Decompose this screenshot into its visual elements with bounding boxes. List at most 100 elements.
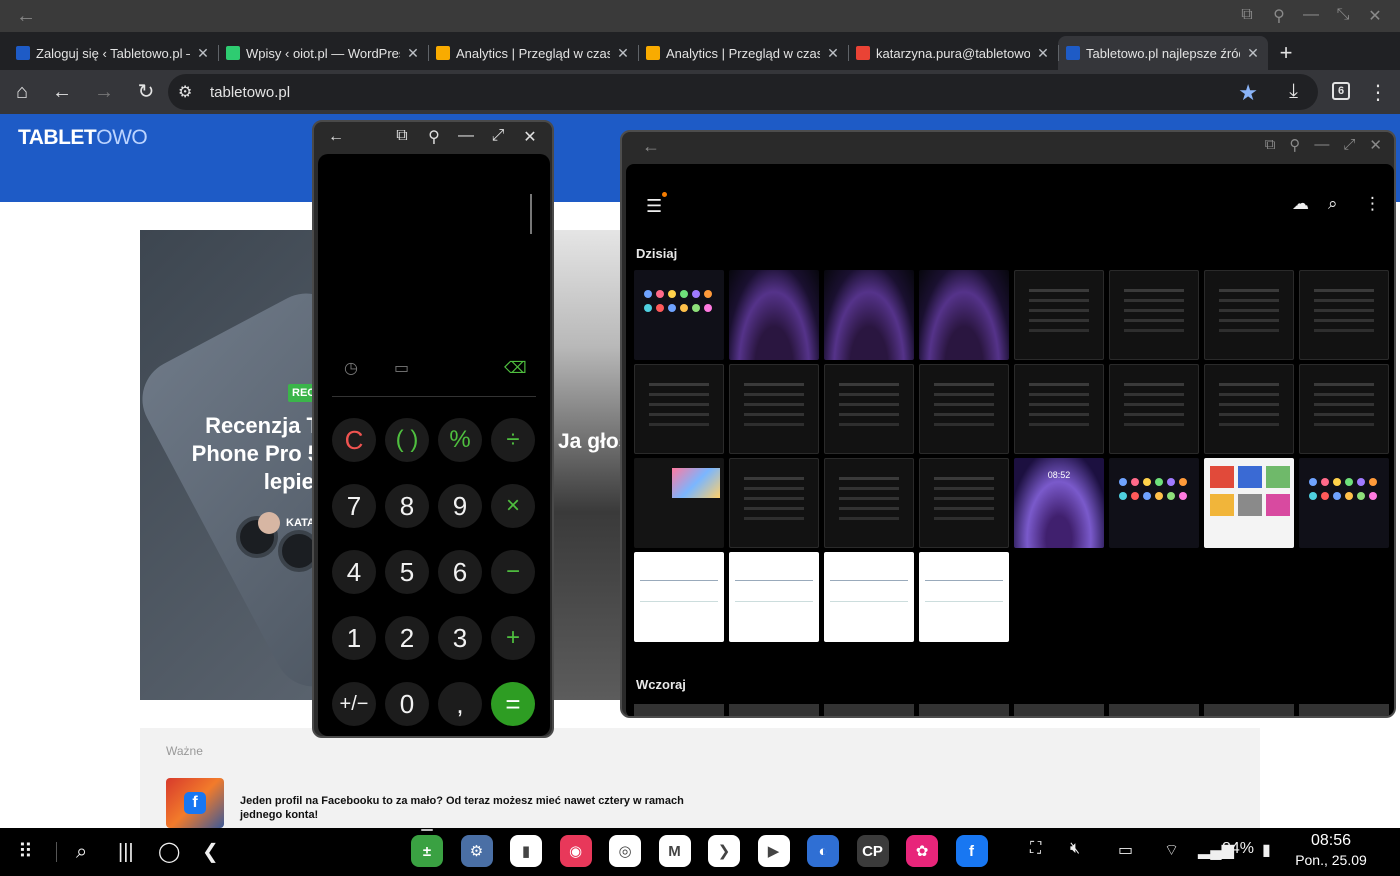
facebook-app-icon[interactable]: f (955, 835, 988, 867)
shrink-icon[interactable]: ⤡ (1334, 6, 1352, 26)
calc-key[interactable]: = (491, 682, 535, 726)
browser-tab[interactable]: Tabletowo.pl najlepsze źródło ✕ (1058, 36, 1268, 70)
photo-thumbnail[interactable] (824, 458, 914, 548)
photo-thumbnail[interactable]: 08:52 (1014, 458, 1104, 548)
photo-thumbnail[interactable] (634, 552, 724, 642)
close-tab-icon[interactable]: ✕ (196, 45, 210, 62)
photo-thumbnail[interactable] (729, 552, 819, 642)
calculator-app-icon[interactable]: ± (411, 829, 443, 867)
calc-key[interactable]: 6 (438, 550, 482, 594)
photo-thumbnail[interactable] (824, 552, 914, 642)
download-icon[interactable]: ⤓ (1289, 80, 1298, 103)
photo-thumbnail[interactable] (1109, 364, 1199, 454)
photo-thumbnail[interactable] (1204, 364, 1294, 454)
calc-key[interactable]: 1 (332, 616, 376, 660)
photo-thumbnail[interactable] (824, 364, 914, 454)
close-icon[interactable]: ✕ (1366, 6, 1384, 26)
back-button-icon[interactable]: ❮ (202, 840, 219, 864)
gmail-app-icon[interactable]: M (658, 835, 691, 867)
hamburger-menu-icon[interactable]: ☰ (646, 196, 662, 217)
thumbnail[interactable] (824, 704, 914, 716)
thumbnail[interactable] (634, 704, 724, 716)
close-tab-icon[interactable]: ✕ (826, 45, 840, 62)
calc-key[interactable]: C (332, 418, 376, 462)
hero-title[interactable]: Recenzja T Phone Pro 5 lepiej (180, 412, 320, 496)
expand-icon[interactable]: ⤢ (486, 127, 510, 147)
backspace-icon[interactable]: ⌫ (504, 358, 527, 378)
thumbnail[interactable] (919, 704, 1009, 716)
thumbnail[interactable] (1299, 704, 1389, 716)
clock[interactable]: 08:56 Pon., 25.09 (1290, 832, 1372, 868)
calc-key[interactable]: × (491, 484, 535, 528)
hero-author[interactable]: KATA (258, 512, 315, 534)
photo-thumbnail[interactable] (1299, 270, 1389, 360)
calc-key[interactable]: , (438, 682, 482, 726)
calc-key[interactable]: 8 (385, 484, 429, 528)
expand-icon[interactable]: ⤢ (1343, 136, 1355, 154)
photo-thumbnail[interactable] (1109, 458, 1199, 548)
photo-thumbnail[interactable] (729, 364, 819, 454)
url-text[interactable]: tabletowo.pl (210, 84, 290, 101)
browser-tab[interactable]: Wpisy ‹ oiot.pl — WordPress ✕ (218, 36, 428, 70)
close-tab-icon[interactable]: ✕ (616, 45, 630, 62)
search-icon[interactable]: ⌕ (1328, 194, 1338, 214)
chrome-app-icon[interactable]: ◎ (609, 835, 641, 867)
thumbnail[interactable] (1109, 704, 1199, 716)
browser-tab[interactable]: katarzyna.pura@tabletowo.pl ✕ (848, 36, 1058, 70)
message-icon[interactable]: ▭ (1118, 840, 1133, 860)
settings-app-icon[interactable]: ⚙ (460, 835, 493, 867)
article-thumbnail[interactable]: f (166, 778, 224, 828)
photo-thumbnail[interactable] (634, 458, 724, 548)
calc-key[interactable]: 7 (332, 484, 376, 528)
photo-thumbnail[interactable] (634, 270, 724, 360)
multiwindow-icon[interactable]: ⧉ (390, 127, 414, 147)
calc-key[interactable]: ( ) (385, 418, 429, 462)
calc-key[interactable]: 0 (385, 682, 429, 726)
more-options-icon[interactable]: ⋮ (1364, 194, 1381, 214)
site-settings-icon[interactable]: ⚙ (178, 82, 192, 102)
calc-key[interactable]: +/− (332, 682, 376, 726)
photo-thumbnail[interactable] (1014, 270, 1104, 360)
back-arrow-icon[interactable]: ← (324, 128, 348, 146)
photo-thumbnail[interactable] (1109, 270, 1199, 360)
thumbnail[interactable] (729, 704, 819, 716)
back-icon[interactable]: ← (50, 80, 74, 104)
search-icon[interactable]: ⌕ (76, 840, 87, 864)
mute-icon[interactable]: 🔇︎ (1070, 840, 1080, 858)
tab-count-button[interactable]: 6 (1332, 82, 1350, 100)
close-tab-icon[interactable]: ✕ (406, 45, 420, 62)
home-button-icon[interactable]: ◯ (158, 840, 180, 864)
calc-key[interactable]: 3 (438, 616, 482, 660)
home-icon[interactable]: ⌂ (10, 80, 34, 104)
minimize-icon[interactable]: — (1302, 6, 1320, 26)
forward-icon[interactable]: → (92, 80, 116, 104)
screenshot-icon[interactable]: ⛶ (1030, 840, 1041, 858)
close-tab-icon[interactable]: ✕ (1246, 45, 1260, 62)
ruler-icon[interactable]: ▭ (394, 358, 409, 378)
multiwindow-icon[interactable]: ⧉ (1238, 6, 1256, 26)
close-icon[interactable]: ✕ (518, 127, 542, 147)
browser-tab[interactable]: Zaloguj się ‹ Tabletowo.pl — W ✕ (8, 36, 218, 70)
recent-apps-icon[interactable]: ||| (118, 840, 134, 864)
play-store-app-icon[interactable]: ▶ (757, 835, 790, 867)
article-link[interactable]: Jeden profil na Facebooku to za mało? Od… (240, 794, 700, 822)
photo-thumbnail[interactable] (919, 364, 1009, 454)
photo-thumbnail[interactable] (729, 458, 819, 548)
calc-key[interactable]: − (491, 550, 535, 594)
photo-thumbnail[interactable] (919, 270, 1009, 360)
calc-key[interactable]: + (491, 616, 535, 660)
photo-thumbnail[interactable] (634, 364, 724, 454)
browser-tab[interactable]: Analytics | Przegląd w czasie ✕ (638, 36, 848, 70)
input-cursor[interactable] (530, 194, 532, 234)
analytics-app-icon[interactable]: ▮ (510, 835, 542, 867)
flower-app-icon[interactable]: ✿ (906, 835, 938, 867)
calc-key[interactable]: 5 (385, 550, 429, 594)
history-icon[interactable]: ◷ (344, 358, 358, 378)
photo-thumbnail[interactable] (1204, 458, 1294, 548)
new-tab-icon[interactable]: + (1268, 36, 1304, 70)
pin-icon[interactable]: ⚲ (422, 127, 446, 147)
cloud-icon[interactable]: ☁ (1292, 194, 1309, 214)
pin-icon[interactable]: ⚲ (1270, 6, 1288, 26)
back-arrow-icon[interactable]: ← (642, 136, 660, 157)
address-bar[interactable]: ⚙ tabletowo.pl ★ ⤓ (168, 74, 1318, 110)
